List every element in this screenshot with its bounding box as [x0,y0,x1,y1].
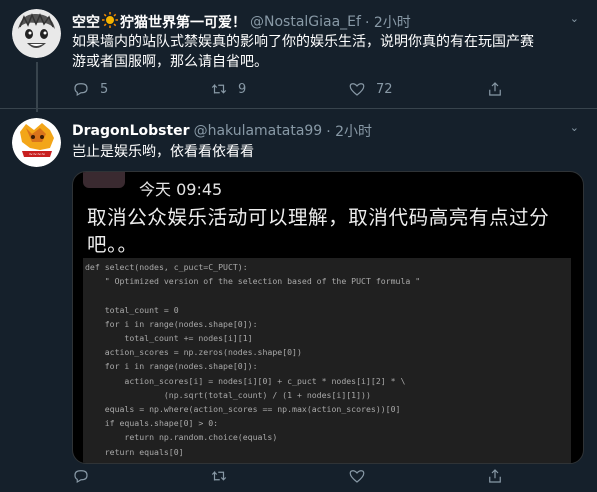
avatar[interactable] [12,9,61,58]
code-line: for i in range(nodes.shape[0]): [85,318,258,329]
image-thumbnail [83,172,125,188]
timestamp[interactable]: · 2小时 [365,12,411,32]
retweet-icon [211,83,227,94]
image-timestamp: 今天 09:45 [139,180,223,199]
chevron-down-icon[interactable]: ⌄ [570,12,579,25]
like-button[interactable] [348,467,408,485]
code-line: (np.sqrt(total_count) / (1 + nodes[i][1]… [85,389,371,400]
reply-button[interactable] [72,467,132,485]
code-line: for i in range(nodes.shape[0]): [85,361,258,372]
share-icon [489,469,501,483]
code-line: def select(nodes, c_puct=C_PUCT): [85,262,248,272]
display-name-suffix[interactable]: 狞猫世界第一可爱！ [120,12,246,32]
avatar[interactable]: ~~~~ [12,118,61,167]
share-button[interactable] [486,80,504,98]
timestamp[interactable]: · 2小时 [326,121,372,141]
reply-count: 5 [100,81,109,97]
heart-icon [349,83,365,96]
display-name[interactable]: 空空 [72,12,100,32]
code-block: def select(nodes, c_puct=C_PUCT): " Opti… [83,258,571,463]
display-name[interactable]: DragonLobster [72,123,190,139]
svg-text:~~~~: ~~~~ [29,152,46,158]
retweet-button[interactable] [210,467,270,485]
code-line: total_count = 0 [85,304,179,315]
code-line: total_count += nodes[i][1] [85,333,253,344]
reply-icon [74,83,88,97]
retweet-count: 9 [238,81,247,97]
code-line: if equals.shape[0] > 0: [85,418,219,429]
code-line: equals = np.where(action_scores == np.ma… [85,404,401,415]
code-line: " Optimized version of the selection bas… [85,276,421,287]
like-button[interactable]: 72 [348,80,408,98]
chevron-down-icon[interactable]: ⌄ [570,121,579,134]
heart-icon [349,470,365,483]
reply-button[interactable]: 5 [72,80,132,98]
code-line: action_scores[i] = nodes[i][0] + c_puct … [85,375,406,386]
reply-icon [74,470,88,484]
code-line: action_scores = np.zeros(nodes.shape[0]) [85,347,302,358]
like-count: 72 [376,81,393,97]
tweet-header: DragonLobster @hakulamatata99 · 2小时 [72,121,372,141]
thread-line [36,62,38,112]
tweet-text: 岂止是娱乐哟，依看看依看看 [72,144,254,160]
tweet-text-line: 游或者国服啊，那么请自省吧。 [72,54,268,70]
divider [0,108,597,109]
sun-emoji-icon [102,12,118,32]
code-line: return np.random.choice(equals) [85,432,278,443]
share-icon [489,82,501,96]
tweet-text: 如果墙内的站队式禁娱真的影响了你的娱乐生活，说明你真的有在玩国产赛 游或者国服啊… [72,32,587,72]
tweet-actions: 5 9 72 [72,80,504,98]
share-button[interactable] [486,467,504,485]
tweet-image[interactable]: 今天 09:45 取消公众娱乐活动可以理解，取消代码高亮有点过分吧。。 def … [72,171,584,464]
tweet-actions [72,467,504,485]
user-handle[interactable]: @hakulamatata99 [194,123,323,139]
tweet-text-line: 如果墙内的站队式禁娱真的影响了你的娱乐生活，说明你真的有在玩国产赛 [72,34,534,50]
user-handle[interactable]: @NostalGiaa_Ef [250,14,361,30]
retweet-button[interactable]: 9 [210,80,270,98]
tweet-header: 空空 狞猫世界第一可爱！ @NostalGiaa_Ef · 2小时 [72,12,411,32]
retweet-icon [211,470,227,481]
image-headline: 取消公众娱乐活动可以理解，取消代码高亮有点过分吧。。 [87,206,550,256]
code-line: return equals[0] [85,446,184,457]
